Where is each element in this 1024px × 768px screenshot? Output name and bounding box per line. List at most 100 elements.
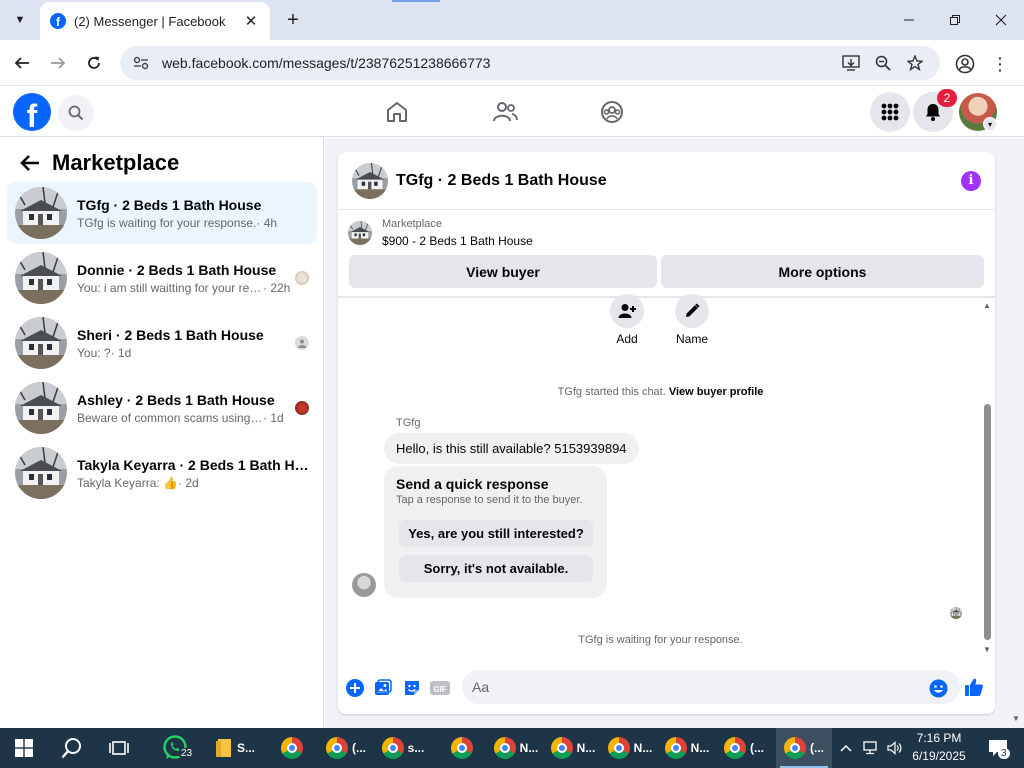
- restore-icon[interactable]: [932, 0, 978, 40]
- listing-thumbnail: [15, 252, 67, 304]
- quick-response-yes-button[interactable]: Yes, are you still interested?: [399, 520, 593, 547]
- action-center-icon[interactable]: 3: [978, 728, 1018, 768]
- emoji-icon[interactable]: [928, 678, 948, 698]
- gif-icon[interactable]: GIF: [430, 678, 450, 698]
- scroll-thumb[interactable]: [984, 404, 991, 640]
- sender-avatar[interactable]: [352, 573, 376, 597]
- taskbar-chrome-1[interactable]: [272, 728, 312, 768]
- conversation-item[interactable]: Ashley · 2 Beds 1 Bath House Beware of c…: [7, 377, 317, 439]
- taskbar-chrome-9[interactable]: (...: [718, 728, 770, 768]
- titlebar-accent: [392, 0, 440, 2]
- listing-thumbnail: [348, 221, 372, 245]
- back-icon[interactable]: [9, 50, 35, 76]
- windows-start-icon[interactable]: [0, 728, 48, 768]
- site-info-icon[interactable]: [132, 54, 150, 72]
- bookmark-star-icon[interactable]: [902, 50, 928, 76]
- taskbar-chrome-6[interactable]: N...: [547, 728, 599, 768]
- conversation-item[interactable]: Donnie · 2 Beds 1 Bath House You: i am s…: [7, 247, 317, 309]
- plus-actions-icon[interactable]: [345, 678, 365, 698]
- header-divider: [338, 296, 995, 298]
- network-icon[interactable]: [860, 728, 882, 768]
- chat-header: TGfg · 2 Beds 1 Bath House i: [338, 152, 995, 210]
- quick-response-no-button[interactable]: Sorry, it's not available.: [399, 555, 593, 582]
- whatsapp-taskbar-icon[interactable]: 23: [152, 728, 198, 768]
- add-label[interactable]: Add: [597, 332, 657, 346]
- groups-icon[interactable]: [597, 97, 627, 127]
- chrome-profile-icon[interactable]: [953, 52, 977, 76]
- info-icon[interactable]: i: [961, 170, 981, 191]
- taskbar-chrome-3[interactable]: s...: [378, 728, 428, 768]
- forward-icon[interactable]: [45, 50, 71, 76]
- conversation-item[interactable]: Takyla Keyarra · 2 Beds 1 Bath House Tak…: [7, 442, 317, 504]
- zoom-icon[interactable]: [870, 50, 896, 76]
- conversation-name: TGfg · 2 Beds 1 Bath House: [77, 196, 262, 213]
- minimize-icon[interactable]: [886, 0, 932, 40]
- clock-date[interactable]: 6/19/2025: [906, 749, 972, 763]
- name-label[interactable]: Name: [662, 332, 722, 346]
- photo-icon[interactable]: [373, 678, 393, 698]
- conversation-name: Sheri · 2 Beds 1 Bath House: [77, 326, 264, 343]
- chat-window: TGfg · 2 Beds 1 Bath House i Marketplace…: [338, 152, 995, 714]
- address-bar[interactable]: web.facebook.com/messages/t/238762512386…: [120, 46, 940, 80]
- chat-listing-thumbnail[interactable]: [352, 163, 388, 199]
- conversation-item[interactable]: Sheri · 2 Beds 1 Bath House You: ? · 1d: [7, 312, 317, 374]
- close-window-icon[interactable]: [978, 0, 1024, 40]
- conversation-name: Takyla Keyarra · 2 Beds 1 Bath House: [77, 456, 309, 473]
- facebook-logo-icon[interactable]: f: [13, 93, 51, 131]
- conversation-snippet: Beware of common scams using payment app…: [77, 410, 263, 425]
- add-person-icon[interactable]: [610, 294, 644, 328]
- taskbar-chrome-7[interactable]: N...: [604, 728, 656, 768]
- facebook-favicon-icon: f: [50, 13, 66, 29]
- edit-name-icon[interactable]: [675, 294, 709, 328]
- taskbar-search-icon[interactable]: [48, 728, 96, 768]
- conversation-time: · 22h: [263, 280, 291, 295]
- home-icon[interactable]: [382, 97, 412, 127]
- friends-icon[interactable]: [490, 97, 520, 127]
- chrome-icon: [326, 737, 348, 759]
- browser-tab[interactable]: f (2) Messenger | Facebook ✕: [40, 2, 270, 40]
- incoming-message-bubble[interactable]: Hello, is this still available? 51539398…: [384, 433, 639, 464]
- seen-avatar: [295, 401, 309, 415]
- taskbar-chrome-2[interactable]: (...: [320, 728, 372, 768]
- view-buyer-button[interactable]: View buyer: [349, 255, 657, 288]
- scroll-down-arrow-icon[interactable]: ▼: [981, 644, 993, 656]
- listing-summary[interactable]: Marketplace $900 - 2 Beds 1 Bath House: [348, 218, 533, 248]
- scroll-up-arrow-icon[interactable]: ▲: [981, 300, 993, 312]
- taskbar-chrome-5[interactable]: N...: [490, 728, 542, 768]
- conversation-name: Donnie · 2 Beds 1 Bath House: [77, 261, 277, 278]
- chrome-icon: [724, 737, 746, 759]
- account-chevron-icon[interactable]: ▾: [983, 117, 997, 131]
- quick-response-title: Send a quick response: [396, 476, 549, 492]
- tray-chevron-icon[interactable]: [836, 728, 856, 768]
- chrome-menu-icon[interactable]: ⋮: [990, 52, 1010, 76]
- chat-scrollbar[interactable]: ▲ ▼: [981, 298, 993, 658]
- message-input[interactable]: [462, 670, 960, 704]
- task-view-icon[interactable]: [96, 728, 142, 768]
- seen-avatar: [295, 336, 309, 350]
- volume-icon[interactable]: [884, 728, 906, 768]
- sticker-icon[interactable]: [402, 678, 422, 698]
- search-icon[interactable]: [58, 95, 94, 131]
- page-scroll-down-arrow-icon[interactable]: ▼: [1012, 714, 1020, 723]
- taskbar-app-label: s...: [407, 741, 425, 755]
- chat-title[interactable]: TGfg · 2 Beds 1 Bath House: [396, 172, 961, 190]
- listing-price: $900 - 2 Beds 1 Bath House: [382, 234, 533, 248]
- new-tab-icon[interactable]: +: [282, 8, 304, 32]
- taskbar-app-files[interactable]: S...: [206, 728, 264, 768]
- clock-time[interactable]: 7:16 PM: [906, 731, 972, 745]
- conversation-item[interactable]: TGfg · 2 Beds 1 Bath House TGfg is waiti…: [7, 182, 317, 244]
- back-arrow-icon[interactable]: [18, 151, 42, 175]
- more-options-button[interactable]: More options: [661, 255, 984, 288]
- view-buyer-profile-link[interactable]: View buyer profile: [669, 386, 764, 398]
- menu-grid-icon[interactable]: [870, 92, 910, 132]
- chrome-icon: [493, 737, 516, 759]
- taskbar-chrome-active[interactable]: (...: [776, 728, 832, 768]
- taskbar-chrome-8[interactable]: N...: [661, 728, 713, 768]
- tab-search-chevron-icon[interactable]: ▼: [8, 8, 32, 32]
- reload-icon[interactable]: [81, 50, 107, 76]
- tab-close-icon[interactable]: ✕: [242, 12, 260, 30]
- taskbar-chrome-4[interactable]: [442, 728, 482, 768]
- like-thumb-icon[interactable]: [964, 677, 984, 697]
- install-app-icon[interactable]: [838, 50, 864, 76]
- browser-titlebar: ▼ f (2) Messenger | Facebook ✕ +: [0, 0, 1024, 40]
